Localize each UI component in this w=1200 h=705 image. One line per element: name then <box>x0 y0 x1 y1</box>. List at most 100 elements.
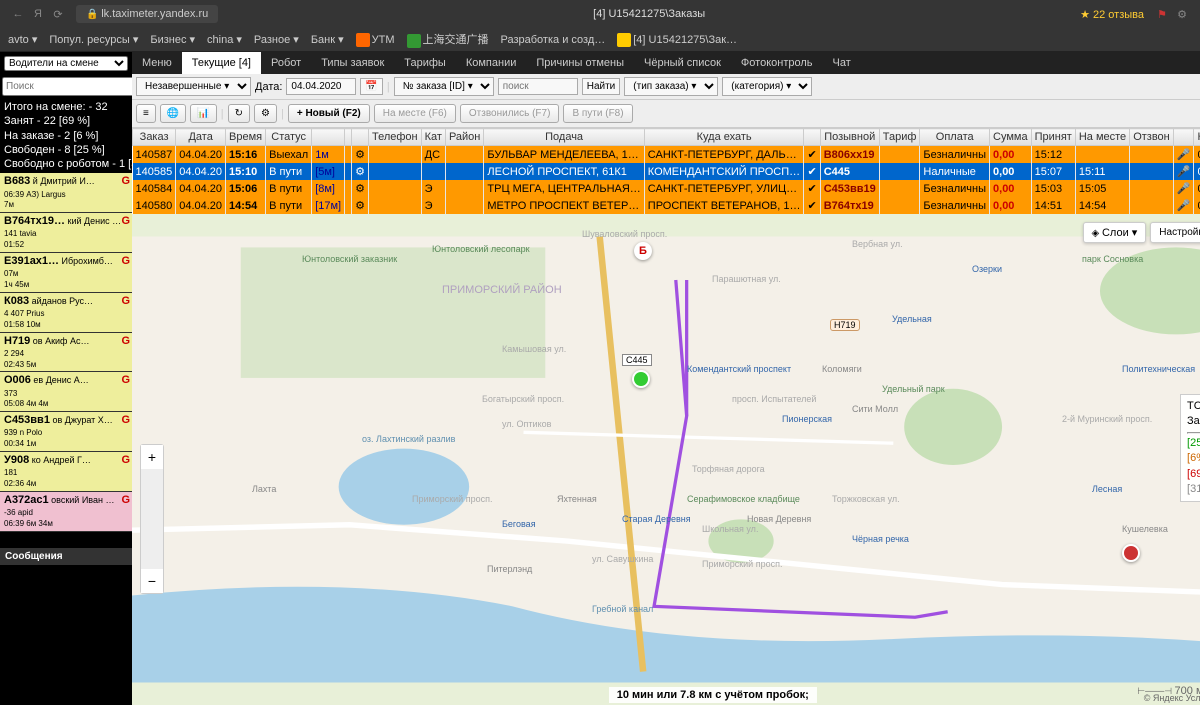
column-header[interactable]: Тариф <box>879 129 920 146</box>
column-header[interactable]: Отзвон <box>1130 129 1174 146</box>
order-search-input[interactable] <box>498 78 578 95</box>
order-id-mode[interactable]: № заказа [ID] ▾ <box>394 77 494 96</box>
column-header[interactable] <box>312 129 345 146</box>
zoom-slider[interactable] <box>141 469 163 569</box>
bookmark-item[interactable]: [4] U15421275\Зак… <box>617 33 737 47</box>
bookmark-item[interactable]: Разное ▾ <box>254 33 299 46</box>
bookmark-item[interactable]: Попул. ресурсы ▾ <box>49 33 138 46</box>
extensions-icon[interactable]: ⚙ <box>1172 8 1192 21</box>
column-header[interactable]: На месте <box>1075 129 1129 146</box>
yandex-icon[interactable]: Я <box>28 8 48 20</box>
bookmark-item[interactable]: 上海交通广播 <box>407 31 489 47</box>
orders-table: ЗаказДатаВремяСтатус ТелефонКатРайонПодач… <box>132 128 1200 214</box>
globe-icon[interactable]: 🌐 <box>160 104 186 123</box>
driver-filter-select[interactable]: Водители на смене <box>4 56 128 71</box>
zoom-out-button[interactable]: − <box>141 569 163 593</box>
tab-5[interactable]: Компании <box>456 52 527 74</box>
settings-icon[interactable]: ⚙ <box>254 104 277 123</box>
shift-stats: Итого на смене: - 32Занят - 22 [69 %]На … <box>0 98 132 173</box>
order-row[interactable]: 14058004.04.2014:54В пути[17м]⚙ЭМЕТРО ПР… <box>133 197 1200 214</box>
order-row[interactable]: 14058404.04.2015:06В пути[8м]⚙ЭТРЦ МЕГА,… <box>133 180 1200 197</box>
driver-item[interactable]: В683 й Дмитрий И…G06:39 АЗ) Largus7м <box>0 173 132 213</box>
stat-line: На заказе - 2 [6 %] <box>4 129 128 143</box>
reload-icon[interactable]: ⟳ <box>48 8 68 21</box>
stat-line: Свободен - 8 [25 %] <box>4 143 128 157</box>
driver-item[interactable]: К083 айданов Рус…G4 407 Prius01:58 10м <box>0 293 132 333</box>
column-header[interactable]: Район <box>445 129 483 146</box>
reviews-badge[interactable]: ★ 22 отзыва <box>1080 8 1144 21</box>
car-marker[interactable] <box>632 370 650 388</box>
called-button[interactable]: Отзвонились (F7) <box>460 104 560 123</box>
page-title: [4] U15421275\Заказы <box>218 8 1080 20</box>
tab-6[interactable]: Причины отмены <box>526 52 634 74</box>
content-area: МенюТекущие [4]РоботТипы заявокТарифыКом… <box>132 52 1200 705</box>
driver-item[interactable]: У908 ко Андрей Г…G181 02:36 4м <box>0 452 132 492</box>
column-header[interactable] <box>352 129 369 146</box>
column-header[interactable] <box>804 129 820 146</box>
refresh-icon[interactable]: ↻ <box>228 104 250 123</box>
zoom-control: + − <box>140 444 164 594</box>
column-header[interactable]: Кат <box>421 129 445 146</box>
filter-bar: Незавершенные ▾ Дата: 📅 | № заказа [ID] … <box>132 74 1200 100</box>
tab-3[interactable]: Типы заявок <box>311 52 394 74</box>
on-place-button[interactable]: На месте (F6) <box>374 104 456 123</box>
driver-marker[interactable] <box>1122 544 1140 562</box>
driver-item[interactable]: Е391ах1… Иброхимб…G07м 1ч 45м <box>0 253 132 293</box>
driver-item[interactable]: С453вв1 ов Джурат Х…G939 n Polo00:34 1м <box>0 412 132 452</box>
column-header[interactable]: Время <box>226 129 266 146</box>
driver-item[interactable]: В764тх19… кий Денис …G141 tavia01:52 <box>0 213 132 253</box>
column-header[interactable]: Сумма <box>990 129 1032 146</box>
tab-0[interactable]: Меню <box>132 52 182 74</box>
column-header[interactable]: Статус <box>266 129 312 146</box>
bookmark-item[interactable]: china ▾ <box>207 33 242 46</box>
main-tabs: МенюТекущие [4]РоботТипы заявокТарифыКом… <box>132 52 1200 74</box>
calendar-icon[interactable]: 📅 <box>360 78 382 95</box>
layers-button[interactable]: ◈ Слои ▾ <box>1083 222 1147 243</box>
new-order-button[interactable]: + Новый (F2) <box>288 104 370 123</box>
driver-search-input[interactable] <box>2 77 142 96</box>
bookmark-item[interactable]: Разработка и созд… <box>501 34 606 46</box>
tab-8[interactable]: Фотоконтроль <box>731 52 823 74</box>
category-filter[interactable]: (категория) ▾ <box>722 77 812 96</box>
zoom-in-button[interactable]: + <box>141 445 163 469</box>
column-header[interactable]: Компания <box>1194 129 1200 146</box>
back-icon[interactable]: ← <box>8 8 28 20</box>
on-way-button[interactable]: В пути (F8) <box>563 104 632 123</box>
map-settings-button[interactable]: Настройки ▾ <box>1150 222 1200 243</box>
status-filter[interactable]: Незавершенные ▾ <box>136 77 251 96</box>
tab-1[interactable]: Текущие [4] <box>182 52 261 74</box>
bookmark-item[interactable]: Банк ▾ <box>311 33 344 46</box>
url-bar[interactable]: 🔒 lk.taximeter.yandex.ru <box>76 5 218 23</box>
column-header[interactable] <box>345 129 352 146</box>
tab-9[interactable]: Чат <box>823 52 861 74</box>
driver-item[interactable]: Н719 ов Акиф Ас…G2 294 02:43 5м <box>0 333 132 373</box>
column-header[interactable]: Телефон <box>368 129 421 146</box>
tab-7[interactable]: Чёрный список <box>634 52 731 74</box>
order-row[interactable]: 14058704.04.2015:16Выехал1м⚙ДСБУЛЬВАР МЕ… <box>133 146 1200 164</box>
bookmark-item[interactable]: avto ▾ <box>8 33 37 46</box>
chart-icon[interactable]: 📊 <box>190 104 216 123</box>
find-button[interactable]: Найти <box>582 78 621 95</box>
point-b-marker[interactable]: Б <box>634 242 652 260</box>
messages-header[interactable]: Сообщения <box>0 548 132 565</box>
bookmark-item[interactable]: Бизнес ▾ <box>150 33 195 46</box>
tab-2[interactable]: Робот <box>261 52 311 74</box>
column-header[interactable]: Позывной <box>820 129 879 146</box>
driver-item[interactable]: О006 ев Денис А…G373 05:08 4м 4м <box>0 372 132 412</box>
list-icon[interactable]: ≡ <box>136 104 156 123</box>
column-header[interactable] <box>1173 129 1194 146</box>
column-header[interactable]: Оплата <box>920 129 990 146</box>
column-header[interactable]: Заказ <box>133 129 176 146</box>
date-input[interactable] <box>286 78 356 95</box>
order-row[interactable]: 14058504.04.2015:10В пути[5м]⚙ЛЕСНОЙ ПРО… <box>133 163 1200 180</box>
column-header[interactable]: Подача <box>484 129 644 146</box>
column-header[interactable]: Дата <box>176 129 226 146</box>
driver-item[interactable]: А372ас1 овский Иван …G-36 apid06:39 6м 3… <box>0 492 132 532</box>
column-header[interactable]: Принят <box>1031 129 1075 146</box>
type-filter[interactable]: (тип заказа) ▾ <box>624 77 718 96</box>
tab-4[interactable]: Тарифы <box>394 52 456 74</box>
bookmark-item[interactable]: УТМ <box>356 33 395 47</box>
map[interactable]: ПРИМОРСКИЙ РАЙОНЮнтоловский заказникЮнто… <box>132 214 1200 705</box>
flag-icon[interactable]: ⚑ <box>1152 8 1172 21</box>
column-header[interactable]: Куда ехать <box>644 129 804 146</box>
